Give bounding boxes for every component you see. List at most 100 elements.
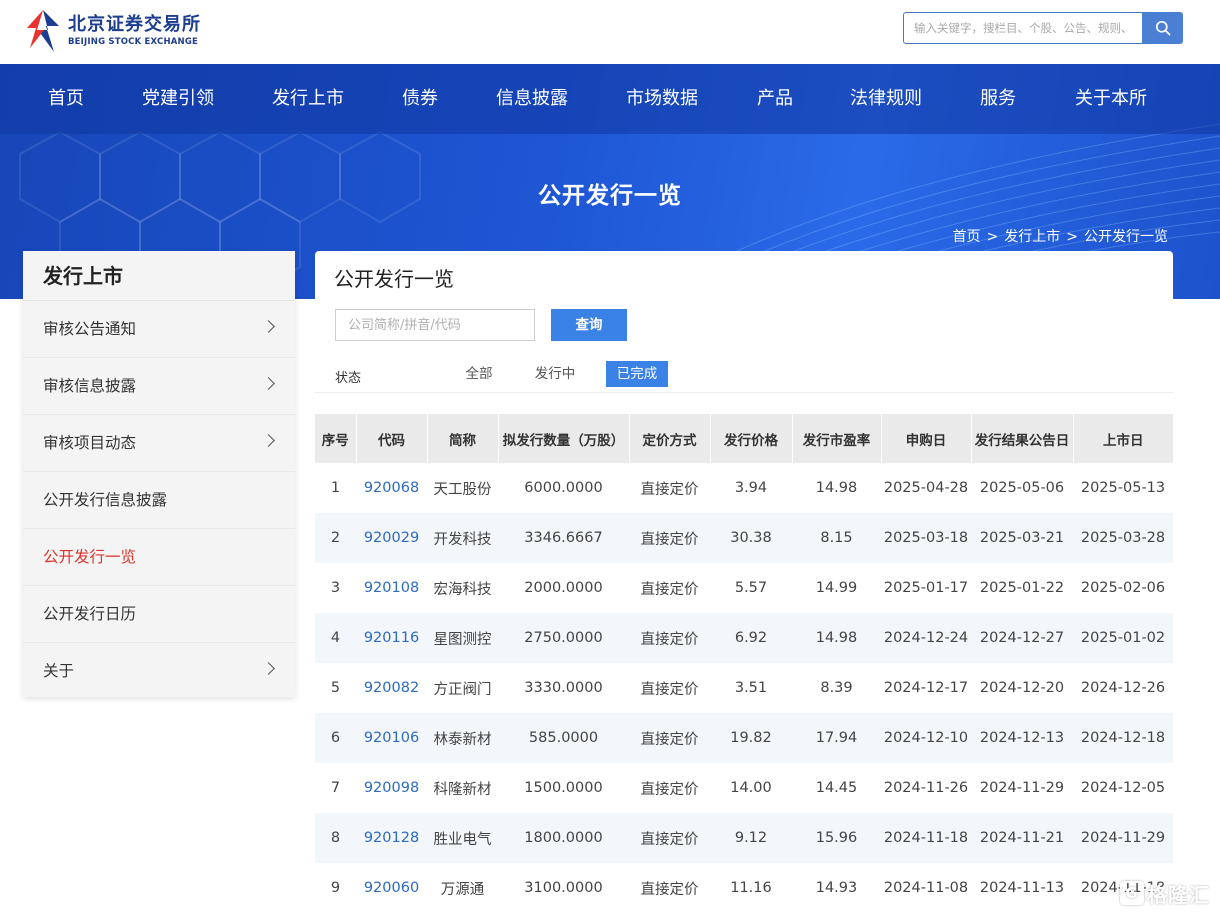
logo[interactable]: 北京证券交易所 BEIJING STOCK EXCHANGE xyxy=(24,6,201,56)
cell-price: 6.92 xyxy=(710,613,792,663)
sidebar-item-review-disclosure[interactable]: 审核信息披露 xyxy=(23,358,295,415)
chevron-right-icon xyxy=(262,434,275,447)
sidebar-item-about[interactable]: 关于 xyxy=(23,643,295,700)
nav-item-listing[interactable]: 发行上市 xyxy=(272,64,344,134)
cell-result-date: 2025-03-21 xyxy=(971,513,1073,563)
cell-code[interactable]: 920098 xyxy=(356,763,427,813)
cell-code[interactable]: 920029 xyxy=(356,513,427,563)
main-panel: 公开发行一览 查询 状态 全部 发行中 已完成 序号 代码 简称 拟发行数量（万… xyxy=(315,251,1173,916)
cell-code[interactable]: 920108 xyxy=(356,563,427,613)
cell-code[interactable]: 920106 xyxy=(356,713,427,763)
nav-item-market-data[interactable]: 市场数据 xyxy=(626,64,698,134)
company-search-input[interactable] xyxy=(335,309,535,341)
breadcrumb-listing[interactable]: 发行上市 xyxy=(1004,229,1060,245)
col-header-listing-date[interactable]: 上市日 xyxy=(1073,414,1173,463)
nav-item-rules[interactable]: 法律规则 xyxy=(850,64,922,134)
nav-item-products[interactable]: 产品 xyxy=(757,64,793,134)
cell-index: 5 xyxy=(315,663,356,713)
cell-shares: 3100.0000 xyxy=(498,863,629,913)
cell-listing-date: 2024-12-26 xyxy=(1073,663,1173,713)
cell-price: 3.51 xyxy=(710,663,792,713)
col-header-pe[interactable]: 发行市盈率 xyxy=(792,414,882,463)
table-header-row: 序号 代码 简称 拟发行数量（万股） 定价方式 发行价格 发行市盈率 申购日 发… xyxy=(315,414,1173,463)
watermark-logo-icon: G xyxy=(1120,881,1144,905)
nav-item-party-building[interactable]: 党建引领 xyxy=(142,64,214,134)
cell-pricing: 直接定价 xyxy=(629,563,710,613)
sidebar-item-offering-disclosure[interactable]: 公开发行信息披露 xyxy=(23,472,295,529)
filter-in-progress[interactable]: 发行中 xyxy=(527,361,583,387)
cell-pricing: 直接定价 xyxy=(629,763,710,813)
sidebar: 发行上市 审核公告通知 审核信息披露 审核项目动态 公开发行信息披露 公开发行一… xyxy=(23,251,295,697)
filter-completed[interactable]: 已完成 xyxy=(606,361,668,387)
sidebar-title: 发行上市 xyxy=(23,251,295,301)
breadcrumb-separator: > xyxy=(986,229,999,245)
filter-all[interactable]: 全部 xyxy=(453,361,505,387)
chevron-right-icon xyxy=(262,662,275,675)
cell-price: 9.12 xyxy=(710,813,792,863)
col-header-pricing[interactable]: 定价方式 xyxy=(629,414,711,463)
nav-item-services[interactable]: 服务 xyxy=(980,64,1016,134)
cell-result-date: 2025-01-22 xyxy=(971,563,1073,613)
chevron-right-icon xyxy=(262,377,275,390)
cell-code[interactable]: 920082 xyxy=(356,663,427,713)
cell-pe: 14.45 xyxy=(792,763,881,813)
cell-result-date: 2024-12-13 xyxy=(971,713,1073,763)
nav-item-disclosure[interactable]: 信息披露 xyxy=(496,64,568,134)
sidebar-item-label: 公开发行一览 xyxy=(43,548,137,566)
cell-pe: 17.94 xyxy=(792,713,881,763)
cell-result-date: 2025-05-06 xyxy=(971,463,1073,513)
cell-listing-date: 2024-12-18 xyxy=(1073,713,1173,763)
cell-index: 6 xyxy=(315,713,356,763)
table-row: 4 920116 星图测控 2750.0000 直接定价 6.92 14.98 2024-12… xyxy=(315,613,1173,663)
cell-pe: 14.93 xyxy=(792,863,881,913)
logo-name-en: BEIJING STOCK EXCHANGE xyxy=(68,37,199,47)
cell-code[interactable]: 920116 xyxy=(356,613,427,663)
cell-shares: 585.0000 xyxy=(498,713,629,763)
panel-title: 公开发行一览 xyxy=(334,267,454,291)
cell-subscribe-date: 2024-11-18 xyxy=(881,813,971,863)
cell-name: 胜业电气 xyxy=(427,813,498,863)
cell-index: 2 xyxy=(315,513,356,563)
col-header-index[interactable]: 序号 xyxy=(315,414,357,463)
cell-shares: 3346.6667 xyxy=(498,513,629,563)
nav-item-bonds[interactable]: 债券 xyxy=(402,64,438,134)
col-header-name[interactable]: 简称 xyxy=(427,414,499,463)
cell-listing-date: 2025-01-02 xyxy=(1073,613,1173,663)
breadcrumb-home[interactable]: 首页 xyxy=(953,229,981,245)
col-header-shares[interactable]: 拟发行数量（万股） xyxy=(498,414,630,463)
cell-code[interactable]: 920060 xyxy=(356,863,427,913)
sidebar-item-review-progress[interactable]: 审核项目动态 xyxy=(23,415,295,472)
cell-code[interactable]: 920128 xyxy=(356,813,427,863)
cell-name: 科隆新材 xyxy=(427,763,498,813)
col-header-price[interactable]: 发行价格 xyxy=(710,414,793,463)
cell-subscribe-date: 2025-03-18 xyxy=(881,513,971,563)
divider xyxy=(315,392,1173,393)
sidebar-item-review-notices[interactable]: 审核公告通知 xyxy=(23,301,295,358)
status-label: 状态 xyxy=(335,371,362,386)
col-header-code[interactable]: 代码 xyxy=(356,414,428,463)
cell-subscribe-date: 2025-01-17 xyxy=(881,563,971,613)
cell-shares: 2750.0000 xyxy=(498,613,629,663)
site-search-button[interactable] xyxy=(1142,12,1183,44)
query-button[interactable]: 查询 xyxy=(551,309,627,341)
cell-pe: 8.39 xyxy=(792,663,881,713)
cell-listing-date: 2025-05-13 xyxy=(1073,463,1173,513)
cell-price: 5.57 xyxy=(710,563,792,613)
nav-item-home[interactable]: 首页 xyxy=(48,64,84,134)
cell-index: 4 xyxy=(315,613,356,663)
cell-listing-date: 2025-03-28 xyxy=(1073,513,1173,563)
cell-name: 万源通 xyxy=(427,863,498,913)
site-search-input[interactable] xyxy=(903,12,1143,44)
cell-subscribe-date: 2024-12-17 xyxy=(881,663,971,713)
cell-code[interactable]: 920068 xyxy=(356,463,427,513)
offering-table: 序号 代码 简称 拟发行数量（万股） 定价方式 发行价格 发行市盈率 申购日 发… xyxy=(315,414,1173,913)
col-header-subscribe-date[interactable]: 申购日 xyxy=(881,414,972,463)
sidebar-item-offering-list[interactable]: 公开发行一览 xyxy=(23,529,295,586)
cell-name: 方正阀门 xyxy=(427,663,498,713)
table-row: 6 920106 林泰新材 585.0000 直接定价 19.82 17.94 2024-12… xyxy=(315,713,1173,763)
cell-subscribe-date: 2024-12-24 xyxy=(881,613,971,663)
col-header-result-date[interactable]: 发行结果公告日 xyxy=(971,414,1074,463)
nav-item-about[interactable]: 关于本所 xyxy=(1075,64,1147,134)
sidebar-item-offering-calendar[interactable]: 公开发行日历 xyxy=(23,586,295,643)
cell-result-date: 2024-11-13 xyxy=(971,863,1073,913)
